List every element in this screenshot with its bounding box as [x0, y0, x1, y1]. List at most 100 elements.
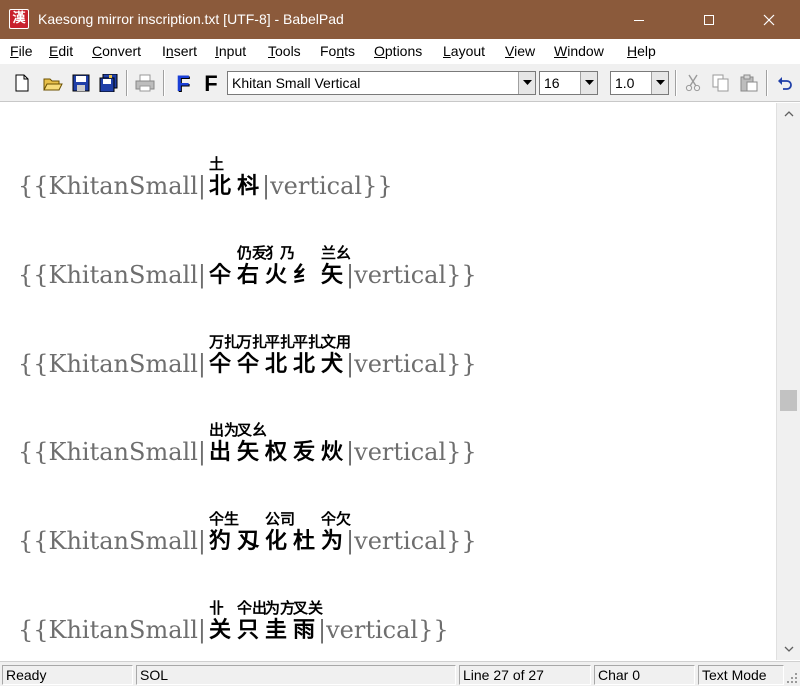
- text-line: {{KhitanSmall| 仐 仍叐右 犭乃火 纟 兰幺矢 |vertical…: [18, 244, 477, 289]
- status-text-mode: Text Mode: [698, 665, 784, 685]
- khitan-glyph: 仐出只: [236, 599, 267, 643]
- print-icon: [135, 74, 155, 92]
- resize-grip-icon[interactable]: [786, 672, 798, 684]
- title-bar: 漢 Kaesong mirror inscription.txt [UTF-8]…: [0, 0, 800, 39]
- close-icon: [763, 14, 775, 25]
- open-file-button[interactable]: [42, 72, 64, 94]
- template-prefix: {{KhitanSmall|: [18, 261, 206, 289]
- khitan-glyph: 犭乃火: [265, 244, 296, 288]
- template-suffix: |vertical}}: [318, 616, 449, 644]
- menu-layout[interactable]: Layout: [443, 43, 485, 59]
- open-folder-icon: [43, 78, 63, 91]
- maximize-button[interactable]: [686, 0, 732, 39]
- menu-insert[interactable]: Insert: [162, 43, 197, 59]
- scroll-up-button[interactable]: [777, 103, 800, 125]
- cut-button[interactable]: [682, 72, 704, 94]
- khitan-glyph: 仍叐右: [236, 244, 267, 288]
- status-mode: SOL: [136, 665, 456, 685]
- khitan-glyph: 仐生犳: [208, 510, 239, 554]
- scissors-icon: [685, 74, 701, 92]
- khitan-glyph: 炏: [321, 440, 344, 465]
- template-prefix: {{KhitanSmall|: [18, 527, 206, 555]
- khitan-glyph: 叉关雨: [293, 599, 324, 643]
- copy-icon: [712, 74, 729, 92]
- khitan-glyph: 文用犬: [321, 333, 352, 377]
- text-line: {{KhitanSmall| 万扎仐 万扎仐 平扎北 平扎北 文用犬 |vert…: [18, 333, 477, 378]
- status-line: Line 27 of 27: [459, 665, 591, 685]
- khitan-glyph: 万扎仐: [208, 333, 239, 377]
- status-char: Char 0: [594, 665, 695, 685]
- template-suffix: |vertical}}: [262, 172, 393, 200]
- template-suffix: |vertical}}: [346, 527, 477, 555]
- chevron-up-icon: [784, 111, 794, 117]
- save-button[interactable]: [70, 72, 92, 94]
- new-file-icon: [15, 74, 29, 92]
- undo-button[interactable]: [774, 72, 796, 94]
- new-file-button[interactable]: [11, 72, 33, 94]
- text-line: {{KhitanSmall| 卝关 仐出只 为方圭 叉关雨 |vertical}…: [18, 599, 449, 644]
- khitan-glyph: 枓: [236, 174, 259, 199]
- chevron-down-icon[interactable]: [580, 72, 597, 94]
- khitan-glyph: 仐: [208, 263, 231, 288]
- window-title: Kaesong mirror inscription.txt [UTF-8] -…: [38, 11, 344, 27]
- template-suffix: |vertical}}: [346, 261, 477, 289]
- toolbar-separator: [766, 70, 768, 96]
- vertical-scrollbar[interactable]: [776, 103, 800, 660]
- menu-bar: File Edit Convert Insert Input Tools Fon…: [0, 39, 800, 64]
- toolbar-separator: [163, 70, 165, 96]
- scroll-down-button[interactable]: [777, 638, 800, 660]
- menu-help[interactable]: Help: [627, 43, 656, 59]
- save-all-button[interactable]: [98, 72, 120, 94]
- menu-window[interactable]: Window: [554, 43, 604, 59]
- khitan-glyph: 刄: [236, 529, 259, 554]
- text-line: {{KhitanSmall| 土北 枓 |vertical}}: [18, 155, 393, 200]
- status-bar: Ready SOL Line 27 of 27 Char 0 Text Mode: [0, 661, 800, 686]
- text-editor[interactable]: {{KhitanSmall| 土北 枓 |vertical}} {{Khitan…: [0, 103, 776, 660]
- template-prefix: {{KhitanSmall|: [18, 438, 206, 466]
- font-name-value: Khitan Small Vertical: [232, 75, 361, 91]
- font-size-combo[interactable]: 16: [539, 71, 598, 95]
- save-all-icon: [99, 74, 118, 92]
- close-button[interactable]: [746, 0, 792, 39]
- chevron-down-icon[interactable]: [518, 72, 535, 94]
- menu-convert[interactable]: Convert: [92, 43, 141, 59]
- status-ready: Ready: [2, 665, 133, 685]
- khitan-glyph: 权: [265, 440, 288, 465]
- undo-icon: [778, 77, 792, 90]
- menu-file[interactable]: File: [10, 43, 33, 59]
- paste-icon: [740, 74, 758, 92]
- copy-button[interactable]: [710, 72, 732, 94]
- menu-edit[interactable]: Edit: [49, 43, 73, 59]
- khitan-glyph: 卝关: [208, 599, 231, 643]
- khitan-glyph: 土北: [208, 155, 231, 199]
- khitan-glyph: 公司化: [265, 510, 296, 554]
- khitan-glyph: 叉幺矢: [236, 421, 267, 465]
- menu-tools[interactable]: Tools: [268, 43, 301, 59]
- line-spacing-combo[interactable]: 1.0: [610, 71, 669, 95]
- save-icon: [72, 74, 90, 92]
- font-select-button[interactable]: F: [199, 71, 223, 97]
- font-name-combo[interactable]: Khitan Small Vertical: [227, 71, 536, 95]
- app-icon[interactable]: 漢: [9, 9, 29, 29]
- scrollbar-thumb[interactable]: [780, 390, 797, 411]
- template-suffix: |vertical}}: [346, 438, 477, 466]
- font-dialog-button[interactable]: F: [171, 71, 195, 97]
- khitan-glyph: 纟: [293, 263, 316, 288]
- minimize-icon: [634, 19, 644, 21]
- khitan-glyph: 兰幺矢: [321, 244, 352, 288]
- chevron-down-icon[interactable]: [651, 72, 668, 94]
- minimize-button[interactable]: [616, 0, 662, 39]
- khitan-glyph: 万扎仐: [236, 333, 267, 377]
- menu-view[interactable]: View: [505, 43, 535, 59]
- toolbar-separator: [126, 70, 128, 96]
- menu-input[interactable]: Input: [215, 43, 246, 59]
- chevron-down-icon: [784, 646, 794, 652]
- menu-fonts[interactable]: Fonts: [320, 43, 355, 59]
- khitan-glyph: 平扎北: [293, 333, 324, 377]
- khitan-glyph: 平扎北: [265, 333, 296, 377]
- paste-button[interactable]: [738, 72, 760, 94]
- print-button[interactable]: [134, 72, 156, 94]
- text-line: {{KhitanSmall| 仐生犳 刄 公司化 杜 仐欠为 |vertical…: [18, 510, 477, 555]
- menu-options[interactable]: Options: [374, 43, 422, 59]
- khitan-glyph: 出为出: [208, 421, 239, 465]
